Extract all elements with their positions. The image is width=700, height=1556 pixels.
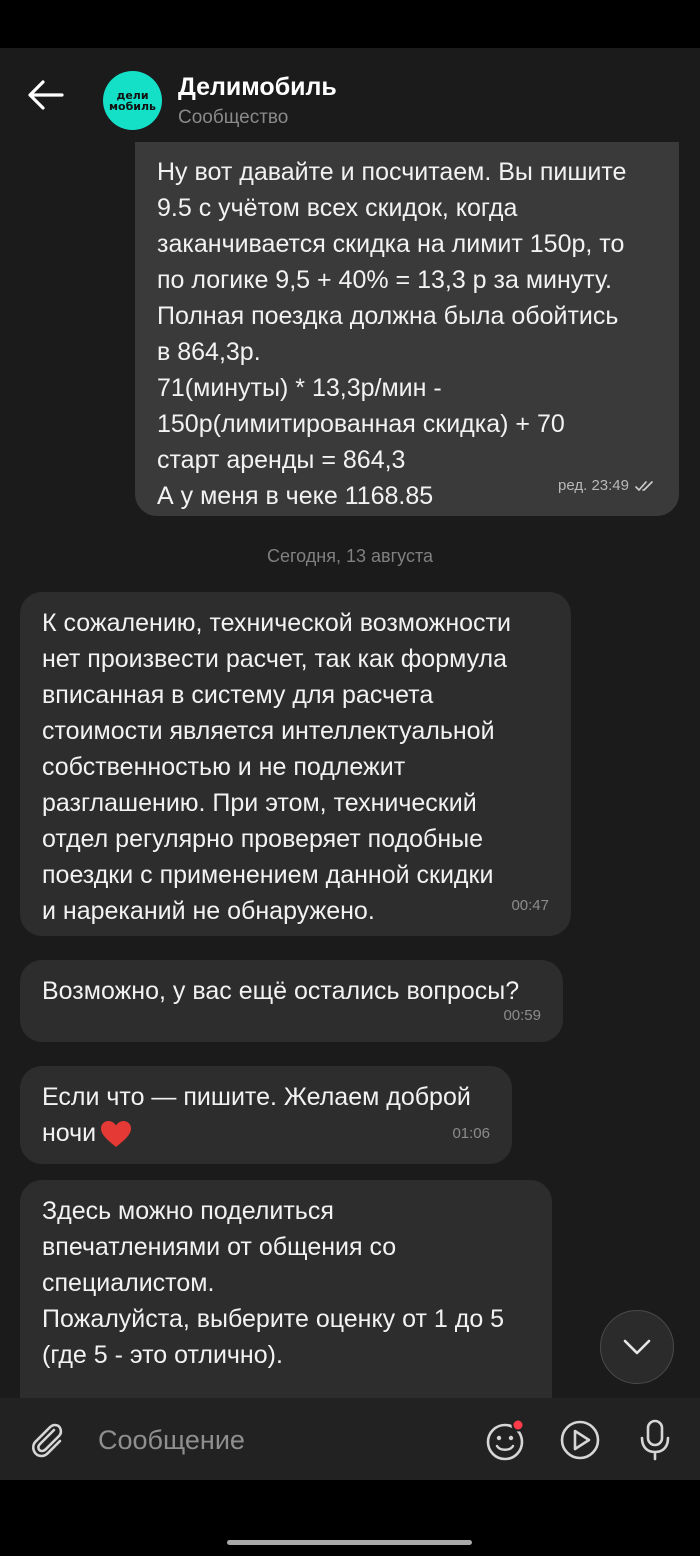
- message-text: Здесь можно поделиться впечатлениями от …: [42, 1197, 505, 1369]
- emoji-icon: [486, 1418, 525, 1461]
- chat-title[interactable]: Делимобиль: [178, 73, 337, 102]
- message-incoming[interactable]: Здесь можно поделиться впечатлениями от …: [20, 1180, 552, 1398]
- paperclip-icon: [32, 1423, 63, 1458]
- message-incoming[interactable]: Если что — пишите. Желаем доброй ночи 01…: [20, 1066, 512, 1164]
- avatar[interactable]: дели мобиль: [103, 71, 162, 130]
- chevron-down-icon: [623, 1339, 651, 1355]
- microphone-icon: [640, 1419, 670, 1461]
- message-text: Возможно, у вас ещё остались вопросы?: [42, 977, 520, 1005]
- message-text-wrap: Если что — пишите. Желаем доброй ночи: [42, 1079, 490, 1151]
- red-heart-icon: [101, 1121, 132, 1148]
- avatar-text-line1: дели: [116, 88, 149, 102]
- date-separator: Сегодня, 13 августа: [267, 546, 433, 566]
- message-meta: ред. 23:49: [558, 468, 657, 504]
- message-outgoing[interactable]: Ну вот давайте и посчитаем. Вы пишите 9.…: [135, 142, 679, 516]
- back-button[interactable]: [26, 78, 66, 112]
- status-bar: [0, 0, 700, 48]
- message-time: 00:47: [511, 897, 549, 914]
- attach-button[interactable]: [28, 1420, 68, 1460]
- avatar-text-line2: мобиль: [109, 99, 156, 113]
- message-list[interactable]: Ну вот давайте и посчитаем. Вы пишите 9.…: [0, 142, 700, 1398]
- scroll-down-button[interactable]: [600, 1310, 674, 1384]
- chat-header: дели мобиль Делимобиль Сообщество: [0, 48, 700, 143]
- message-meta: 00:47: [511, 888, 549, 924]
- voice-message-button[interactable]: [633, 1418, 677, 1462]
- emoji-button[interactable]: [484, 1418, 528, 1462]
- message-input[interactable]: Сообщение: [98, 1420, 458, 1460]
- play-circle-icon: [560, 1420, 600, 1460]
- home-indicator[interactable]: [227, 1540, 472, 1545]
- message-meta: 01:06: [452, 1116, 490, 1152]
- message-time: 00:59: [503, 1007, 541, 1024]
- composer: Сообщение: [0, 1398, 700, 1480]
- back-arrow-icon: [28, 80, 64, 110]
- message-incoming[interactable]: Возможно, у вас ещё остались вопросы? 00…: [20, 960, 563, 1042]
- double-check-icon: [635, 481, 653, 491]
- message-meta: 00:59: [503, 998, 541, 1034]
- chat-subtitle: Сообщество: [178, 107, 289, 128]
- message-time: ред. 23:49: [558, 477, 629, 494]
- message-text: Ну вот давайте и посчитаем. Вы пишите 9.…: [157, 158, 627, 510]
- message-time: 01:06: [452, 1125, 490, 1142]
- message-incoming[interactable]: К сожалению, технической возможности нет…: [20, 592, 571, 936]
- video-message-button[interactable]: [558, 1418, 602, 1462]
- message-text: К сожалению, технической возможности нет…: [42, 609, 511, 925]
- system-nav-bar: [0, 1480, 700, 1556]
